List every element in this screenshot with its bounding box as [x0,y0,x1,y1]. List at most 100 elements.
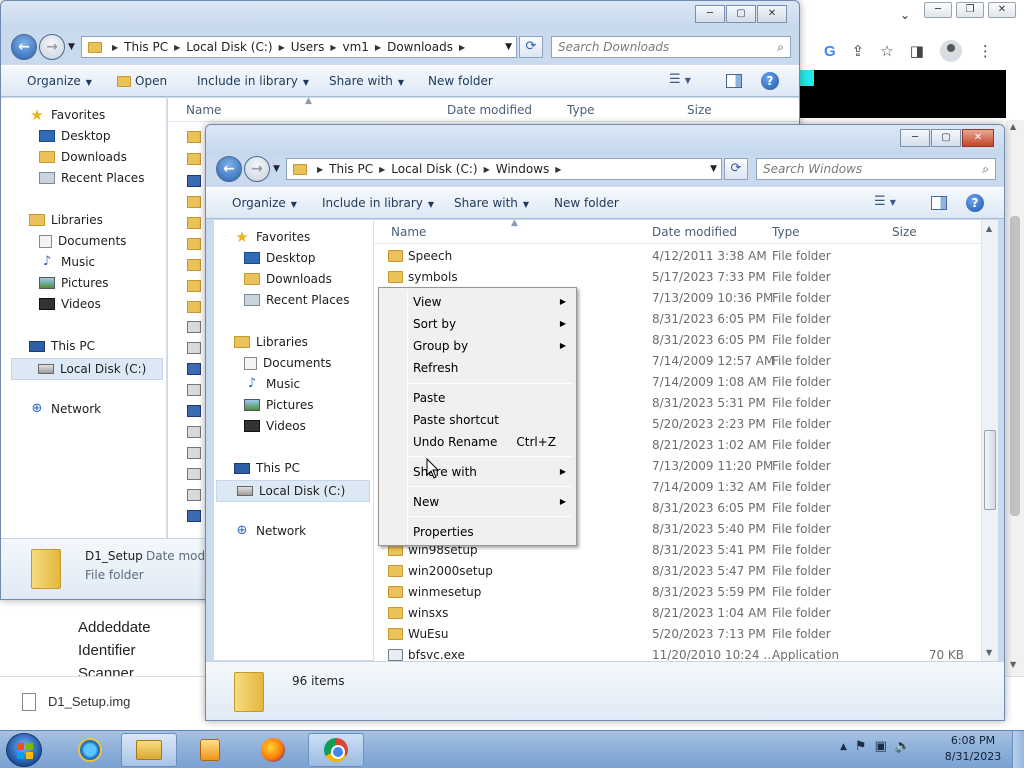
open-button[interactable]: Open [117,74,167,88]
new-folder-button[interactable]: New folder [554,196,619,210]
nav-pictures[interactable]: Pictures [39,276,109,290]
view-options-icon[interactable]: ☰ ▼ [669,72,691,87]
col-date-modified[interactable]: Date modified [652,225,737,239]
preview-pane-icon[interactable] [931,196,947,210]
browser-close-button[interactable]: ✕ [988,2,1016,18]
table-row[interactable]: symbols 5/17/2023 7:33 PM File folder [374,267,998,288]
nav-documents[interactable]: Documents [39,234,126,248]
help-icon[interactable]: ? [761,72,779,90]
scroll-up-icon[interactable]: ▲ [986,224,992,233]
menu-item-share-with[interactable]: Share with ▶ [381,461,574,482]
col-name[interactable]: Name [391,225,426,239]
forward-button[interactable]: → [39,34,65,60]
taskbar-firefox[interactable] [245,733,301,767]
scroll-up-icon[interactable]: ▲ [1010,122,1016,131]
nav-downloads[interactable]: Downloads [39,150,127,164]
nav-this-pc[interactable]: This PC [234,461,300,475]
share-with-button[interactable]: Share with ▼ [329,74,404,88]
browser-restore-button[interactable]: ❐ [956,2,984,18]
browser-scrollbar[interactable]: ▲ ▼ [1006,120,1024,676]
nav-libraries[interactable]: Libraries [29,213,103,227]
nav-downloads[interactable]: Downloads [244,272,332,286]
clock[interactable]: 6:08 PM 8/31/2023 [936,733,1010,765]
nav-videos[interactable]: Videos [244,419,306,433]
nav-libraries[interactable]: Libraries [234,335,308,349]
view-options-icon[interactable]: ☰ ▼ [874,194,896,209]
table-row[interactable]: winmesetup 8/31/2023 5:59 PM File folder [374,582,998,603]
menu-item-undo-rename[interactable]: Undo Rename Ctrl+Z [381,431,574,452]
breadcrumb-this-pc[interactable]: This PC [124,40,168,54]
start-button[interactable] [6,733,42,767]
table-row[interactable]: Speech 4/12/2011 3:38 AM File folder [374,246,998,267]
menu-item-sort-by[interactable]: Sort by ▶ [381,313,574,334]
nav-network[interactable]: ⊕ Network [29,402,102,417]
col-size[interactable]: Size [892,225,917,239]
nav-pictures[interactable]: Pictures [244,398,314,412]
browser-scroll-thumb[interactable] [1010,216,1020,516]
profile-avatar[interactable] [939,40,962,62]
download-item-name[interactable]: D1_Setup.img [48,694,130,709]
history-dropdown-icon[interactable]: ▼ [68,42,75,52]
address-dropdown-icon[interactable]: ▼ [710,164,717,174]
file-list-scroll-thumb[interactable] [984,430,996,510]
address-bar[interactable]: ▶ This PC ▶ Local Disk (C:) ▶ Users ▶ vm… [81,36,517,58]
nav-favorites[interactable]: ★ Favorites [29,108,105,123]
maximize-button[interactable]: ▢ [726,5,756,23]
col-date-modified[interactable]: Date modified [447,103,532,117]
table-row[interactable]: winsxs 8/21/2023 1:04 AM File folder [374,603,998,624]
help-icon[interactable]: ? [966,194,984,212]
side-panel-icon[interactable]: ◨ [910,42,924,60]
search-input[interactable]: Search Downloads ⌕ [551,36,791,58]
nav-local-disk[interactable]: Local Disk (C:) [11,358,163,380]
breadcrumb-vm1[interactable]: vm1 [342,40,368,54]
back-button[interactable]: ← [216,156,242,182]
menu-item-paste[interactable]: Paste [381,387,574,408]
col-name[interactable]: Name [186,103,221,117]
nav-documents[interactable]: Documents [244,356,331,370]
nav-music[interactable]: ♪ Music [39,255,95,270]
nav-recent-places[interactable]: Recent Places [244,293,349,307]
menu-item-view[interactable]: View ▶ [381,291,574,312]
forward-button[interactable]: → [244,156,270,182]
file-list-scrollbar[interactable]: ▲ ▼ [981,220,998,661]
share-icon[interactable]: ⇪ [852,42,865,60]
maximize-button[interactable]: ▢ [931,129,961,147]
preview-pane-icon[interactable] [726,74,742,88]
nav-music[interactable]: ♪ Music [244,377,300,392]
breadcrumb-windows[interactable]: Windows [496,162,550,176]
col-size[interactable]: Size [687,103,712,117]
organize-button[interactable]: Organize ▼ [27,74,92,88]
window-titlebar[interactable] [1,1,799,31]
menu-item-new[interactable]: New ▶ [381,491,574,512]
menu-item-properties[interactable]: Properties [381,521,574,542]
scroll-down-icon[interactable]: ▼ [1010,660,1016,669]
show-desktop-button[interactable] [1012,731,1024,768]
taskbar-media-player[interactable] [182,733,238,767]
breadcrumb-downloads[interactable]: Downloads [387,40,453,54]
include-in-library-button[interactable]: Include in library ▼ [197,74,309,88]
more-menu-icon[interactable]: ⋮ [978,42,993,60]
address-dropdown-icon[interactable]: ▼ [505,42,512,52]
menu-item-refresh[interactable]: Refresh [381,357,574,378]
google-icon[interactable]: G [824,43,836,60]
close-button[interactable]: ✕ [962,129,994,147]
breadcrumb-this-pc[interactable]: This PC [329,162,373,176]
menu-item-group-by[interactable]: Group by ▶ [381,335,574,356]
history-dropdown-icon[interactable]: ▼ [273,164,280,174]
window-titlebar[interactable] [206,125,1004,155]
table-row[interactable]: WuEsu 5/20/2023 7:13 PM File folder [374,624,998,645]
breadcrumb-users[interactable]: Users [291,40,325,54]
scroll-down-icon[interactable]: ▼ [986,648,992,657]
search-input[interactable]: Search Windows ⌕ [756,158,996,180]
nav-local-disk[interactable]: Local Disk (C:) [216,480,370,502]
share-with-button[interactable]: Share with ▼ [454,196,529,210]
explorer-window-windows[interactable]: ─ ▢ ✕ ← → ▼ ▶ This PC ▶ Local Disk (C:) … [205,124,1005,721]
organize-button[interactable]: Organize ▼ [232,196,297,210]
nav-videos[interactable]: Videos [39,297,101,311]
breadcrumb-local-disk[interactable]: Local Disk (C:) [391,162,477,176]
col-type[interactable]: Type [567,103,595,117]
col-type[interactable]: Type [772,225,800,239]
nav-desktop[interactable]: Desktop [39,129,111,143]
table-row[interactable]: bfsvc.exe 11/20/2010 10:24 ... Application… [374,645,998,661]
browser-tab-chevron-icon[interactable]: ⌄ [900,8,910,22]
